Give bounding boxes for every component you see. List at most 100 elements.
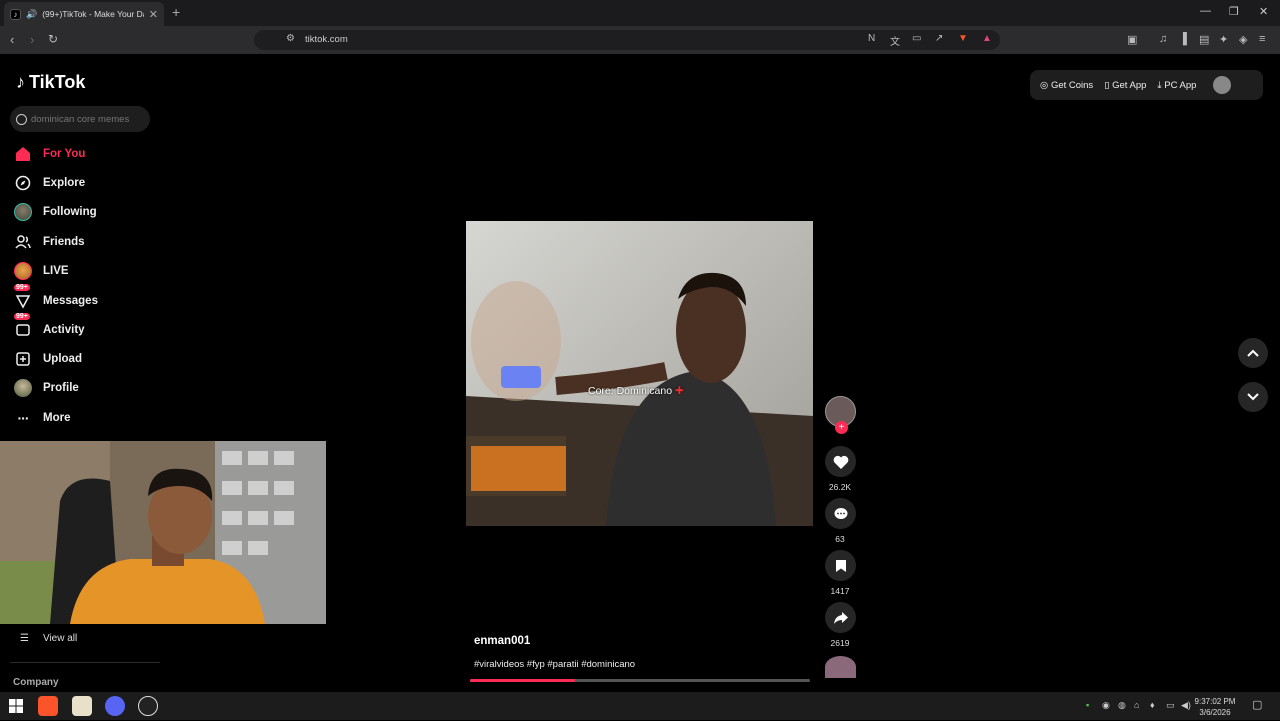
windows-taskbar: ▪ ◉ ◍ ⌂ ♦ ▭ ◀) 9:37:02 PM 3/6/2026 ▢: [0, 692, 1280, 720]
wallet-icon[interactable]: ▣: [1127, 33, 1137, 46]
site-info-icon[interactable]: ⚙: [286, 33, 295, 44]
video-hashtags[interactable]: #viralvideos #fyp #paratii #dominicano: [474, 659, 635, 670]
forward-icon[interactable]: ›: [30, 32, 34, 47]
compass-icon: [14, 174, 32, 192]
steam-tray-icon[interactable]: ◍: [1118, 700, 1126, 711]
comment-button[interactable]: [825, 498, 856, 529]
network-icon[interactable]: ▭: [1166, 700, 1175, 711]
nav-following[interactable]: Following: [14, 201, 97, 223]
discord-tray-icon[interactable]: ◉: [1102, 700, 1110, 711]
get-app-button[interactable]: ▯ Get App: [1104, 80, 1146, 91]
video-player[interactable]: [466, 221, 813, 526]
nav-upload[interactable]: Upload: [14, 348, 82, 370]
bookmark-icon: [835, 559, 846, 572]
user-avatar[interactable]: [1213, 76, 1232, 94]
minimize-icon[interactable]: —: [1200, 5, 1211, 17]
nav-friends[interactable]: Friends: [14, 231, 85, 253]
list-icon: ☰: [20, 633, 29, 644]
sidebar-icon[interactable]: ▐: [1179, 33, 1187, 45]
discord-icon[interactable]: [105, 696, 125, 716]
restore-icon[interactable]: ❐: [1229, 5, 1239, 18]
windows-start-icon[interactable]: [6, 696, 26, 716]
nav-label: Following: [43, 206, 97, 218]
menu-icon[interactable]: ≡: [1259, 33, 1265, 45]
reload-icon[interactable]: ↻: [48, 32, 58, 46]
nav-label: Profile: [43, 382, 79, 394]
nav-for-you[interactable]: For You: [14, 143, 85, 165]
nav-label: More: [43, 412, 71, 424]
close-tab-icon[interactable]: ✕: [149, 8, 158, 21]
close-window-icon[interactable]: ✕: [1259, 5, 1268, 18]
following-avatar-icon: [14, 203, 32, 221]
messages-badge: 99+: [14, 284, 30, 291]
chevron-up-icon: [1247, 349, 1259, 357]
tiktok-logo[interactable]: ♪ TikTok: [16, 72, 85, 93]
brave-taskbar-icon[interactable]: [38, 696, 58, 716]
notifications-icon[interactable]: ▢: [1252, 698, 1262, 711]
search-input[interactable]: [31, 113, 141, 125]
nav-activity[interactable]: 99+ Activity: [14, 313, 85, 341]
search-box[interactable]: [10, 106, 150, 132]
nav-profile[interactable]: Profile: [14, 377, 79, 399]
volume-icon[interactable]: ◀): [1181, 700, 1191, 711]
usb-tray-icon[interactable]: ⌂: [1134, 700, 1139, 710]
view-all-link[interactable]: ☰ View all: [20, 633, 77, 644]
mic-tray-icon[interactable]: ♦: [1150, 700, 1155, 710]
previous-video-button[interactable]: [1238, 338, 1268, 368]
music-disc[interactable]: [825, 656, 856, 678]
speaker-icon[interactable]: 🔊: [26, 9, 37, 20]
reader-icon[interactable]: N: [868, 33, 875, 44]
system-clock[interactable]: 9:37:02 PM 3/6/2026: [1193, 696, 1237, 718]
nav-live[interactable]: LIVE: [14, 260, 69, 282]
new-tab-button[interactable]: +: [172, 4, 180, 20]
share-button[interactable]: [825, 602, 856, 633]
follow-plus-icon[interactable]: +: [835, 421, 848, 434]
view-all-label: View all: [42, 633, 78, 644]
nav-more[interactable]: ··· More: [14, 407, 71, 429]
address-bar[interactable]: ⚙ tiktok.com N 文 ▭ ↗ ▼ ▲: [254, 30, 1000, 50]
share-arrow-icon: [833, 611, 848, 624]
heart-icon: [833, 455, 848, 469]
file-explorer-icon[interactable]: [72, 696, 92, 716]
video-progress-bar[interactable]: [470, 679, 810, 682]
nav-label: Activity: [43, 324, 85, 336]
pc-app-button[interactable]: ⤓ PC App: [1157, 80, 1196, 91]
home-icon: [14, 145, 32, 163]
friends-icon: [14, 233, 32, 251]
saves-count: 1417: [830, 586, 850, 596]
logo-text: TikTok: [29, 72, 86, 92]
cast-icon[interactable]: ▭: [912, 33, 921, 44]
like-button[interactable]: [825, 446, 856, 477]
author-avatar[interactable]: +: [825, 396, 856, 434]
comment-icon: [834, 507, 847, 519]
vpn-icon[interactable]: ◈: [1239, 33, 1247, 46]
brave-rewards-icon[interactable]: ▲: [982, 33, 992, 44]
tiktok-favicon-icon: ♪: [10, 8, 21, 20]
crypto-wallet-icon[interactable]: ▤: [1199, 33, 1209, 46]
save-button[interactable]: [825, 550, 856, 581]
leo-ai-icon[interactable]: ✦: [1219, 33, 1228, 46]
tiktok-page: ♪ TikTok For You Explore Following Frien…: [0, 54, 1280, 692]
browser-tab[interactable]: ♪ 🔊 (99+)TikTok - Make Your Day ✕: [4, 2, 164, 26]
nav-label: Messages: [43, 295, 98, 307]
browser-tab-bar: ♪ 🔊 (99+)TikTok - Make Your Day ✕ + — ❐ …: [0, 0, 1280, 26]
get-coins-button[interactable]: ◎ Get Coins: [1040, 80, 1093, 91]
back-icon[interactable]: ‹: [10, 32, 14, 47]
video-author[interactable]: enman001: [474, 635, 530, 647]
next-video-button[interactable]: [1238, 382, 1268, 412]
share-icon[interactable]: ↗: [935, 33, 943, 44]
music-icon[interactable]: ♫: [1159, 33, 1167, 45]
nav-messages[interactable]: 99+ Messages: [14, 284, 98, 312]
shares-count: 2619: [830, 638, 850, 648]
obs-icon[interactable]: [138, 696, 158, 716]
nav-label: For You: [43, 148, 86, 160]
search-icon: [16, 113, 27, 125]
translate-icon[interactable]: 文: [890, 33, 900, 48]
upload-icon: [14, 350, 32, 368]
nvidia-tray-icon[interactable]: ▪: [1086, 700, 1089, 710]
nav-label: Explore: [43, 177, 86, 189]
brave-shields-icon[interactable]: ▼: [958, 33, 968, 44]
activity-icon: 99+: [14, 313, 32, 339]
url-text: tiktok.com: [305, 34, 348, 45]
nav-explore[interactable]: Explore: [14, 172, 85, 194]
